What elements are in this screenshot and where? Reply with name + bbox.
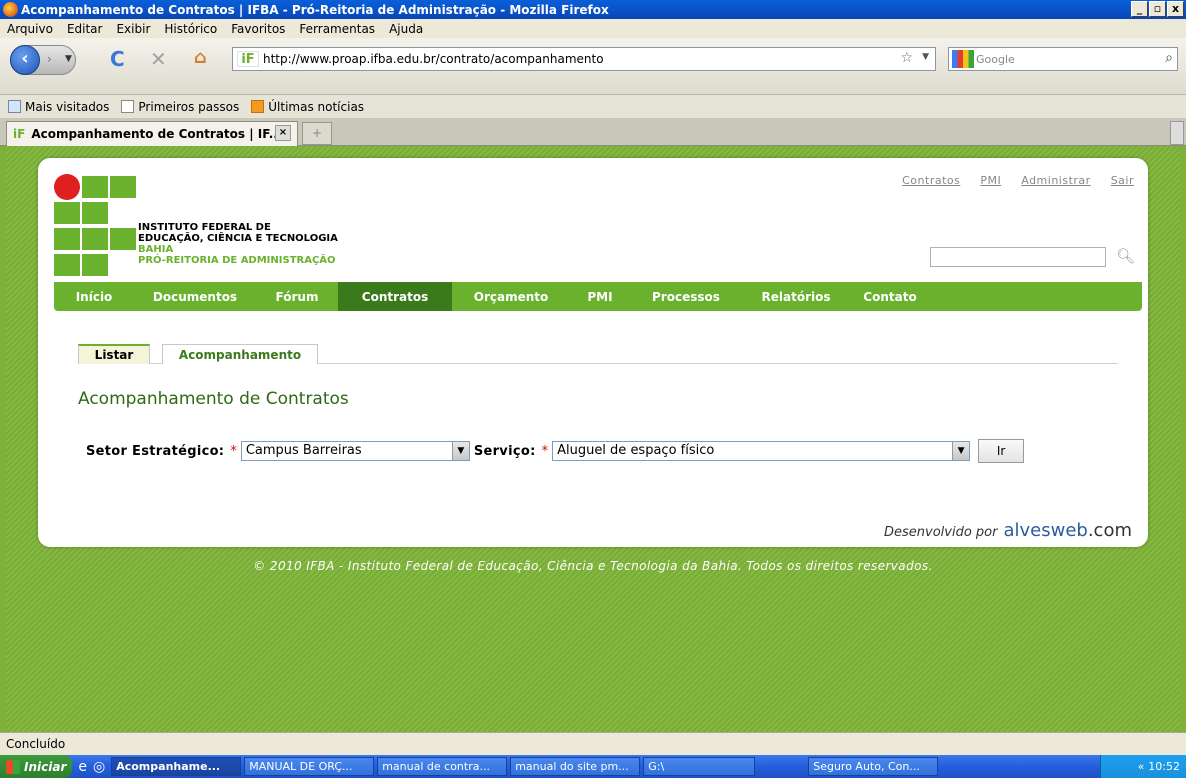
link-contratos[interactable]: Contratos [902,174,960,187]
link-pmi[interactable]: PMI [980,174,1001,187]
stop-icon[interactable]: ✕ [150,47,167,71]
taskbar-item-word-1[interactable]: MANUAL DE ORÇ... [244,757,375,776]
folder-icon [8,100,21,113]
windows-logo-icon [6,759,20,774]
developer-credit: Desenvolvido por alvesweb.com [883,520,1132,541]
main-nav: Início Documentos Fórum Contratos Orçame… [54,282,1142,311]
window-titlebar: Acompanhamento de Contratos | IFBA - Pró… [0,0,1186,19]
url-text[interactable]: http://www.proap.ifba.edu.br/contrato/ac… [263,52,604,66]
logo-red-dot [54,174,80,200]
new-tab-button[interactable]: + [302,122,332,145]
tab-favicon: iF [13,127,26,141]
menu-editar[interactable]: Editar [67,22,103,36]
tab-list-button[interactable] [1170,121,1184,145]
back-arrow-icon[interactable]: ‹ [10,45,40,75]
setor-select[interactable]: Campus Barreiras ▼ [240,441,470,461]
url-dropdown-icon[interactable]: ▼ [922,52,929,62]
bookmark-primeiros-passos[interactable]: Primeiros passos [121,100,239,114]
window-title: Acompanhamento de Contratos | IFBA - Pró… [21,2,609,17]
reload-icon[interactable]: C [110,47,125,71]
sub-tabs: Listar Acompanhamento [78,344,1118,364]
nav-orcamento[interactable]: Orçamento [452,282,570,311]
subtab-acompanhamento[interactable]: Acompanhamento [162,344,318,364]
forward-arrow-icon[interactable]: › [47,52,52,66]
minimize-button[interactable]: _ [1131,1,1148,17]
quick-launch: e ◎ [78,759,105,775]
nav-documentos[interactable]: Documentos [134,282,256,311]
bookmark-star-icon[interactable]: ☆ [900,50,913,66]
nav-relatorios[interactable]: Relatórios [742,282,850,311]
menu-favoritos[interactable]: Favoritos [231,22,285,36]
page-title: Acompanhamento de Contratos [78,389,349,409]
clock[interactable]: 10:52 [1148,760,1180,773]
link-administrar[interactable]: Administrar [1021,174,1090,187]
search-engine-icon[interactable] [952,50,974,68]
taskbar-item-word-2[interactable]: manual de contra... [377,757,508,776]
navigation-toolbar: ‹ › ▼ C ✕ ⌂ iF http://www.proap.ifba.edu… [0,38,1186,95]
developer-link[interactable]: alvesweb.com [1003,520,1132,541]
servico-select[interactable]: Aluguel de espaço físico ▼ [552,441,971,461]
chevron-down-icon[interactable]: ▼ [952,442,970,460]
system-tray: « 10:52 [1100,755,1186,778]
close-button[interactable]: x [1167,1,1184,17]
required-mark: * [541,443,549,459]
taskbar-item-firefox[interactable]: Acompanhame... [111,757,242,776]
firefox-icon [3,2,18,17]
status-text: Concluído [6,737,66,751]
filter-form: Setor Estratégico: * Campus Barreiras ▼ … [86,439,1025,463]
required-mark: * [230,443,237,459]
page-icon [121,100,135,113]
subtab-listar[interactable]: Listar [78,344,150,364]
nav-contato[interactable]: Contato [850,282,930,311]
search-icon[interactable]: ⌕ [1165,50,1173,66]
ie-icon[interactable]: e [78,759,87,775]
nav-inicio[interactable]: Início [54,282,134,311]
chevron-down-icon[interactable]: ▼ [451,442,469,460]
rss-icon [251,100,265,113]
site-container: INSTITUTO FEDERAL DE EDUCAÇÃO, CIÊNCIA E… [38,158,1148,547]
site-search-icon[interactable]: 🔍︎ [1116,247,1135,265]
taskbar: Iniciar e ◎ Acompanhame... MANUAL DE ORÇ… [0,755,1186,778]
nav-forum[interactable]: Fórum [256,282,338,311]
menu-historico[interactable]: Histórico [164,22,217,36]
url-bar[interactable]: iF http://www.proap.ifba.edu.br/contrato… [232,47,936,71]
copyright-text: © 2010 IFBA - Instituto Federal de Educa… [253,559,933,573]
tab-close-icon[interactable]: × [275,125,291,141]
home-icon[interactable]: ⌂ [194,47,207,68]
browser-search-box[interactable]: Google ⌕ [948,47,1178,71]
taskbar-item-drive[interactable]: G:\ [643,757,756,776]
menu-arquivo[interactable]: Arquivo [7,22,53,36]
back-forward-control[interactable]: ‹ › ▼ [10,45,76,75]
nav-processos[interactable]: Processos [630,282,742,311]
menu-ferramentas[interactable]: Ferramentas [299,22,375,36]
site-search-input[interactable] [930,247,1106,267]
maximize-button[interactable]: ▫ [1149,1,1166,17]
taskbar-item-word-3[interactable]: manual do site pm... [510,757,641,776]
bookmarks-toolbar: Mais visitados Primeiros passos Últimas … [0,95,1186,118]
submit-button[interactable]: Ir [978,439,1025,463]
bookmark-mais-visitados[interactable]: Mais visitados [8,100,109,114]
nav-contratos[interactable]: Contratos [338,282,452,311]
tab-strip: iF Acompanhamento de Contratos | IF... ×… [0,118,1186,146]
start-button[interactable]: Iniciar [0,755,73,778]
site-favicon: iF [237,51,259,67]
tab-acompanhamento[interactable]: iF Acompanhamento de Contratos | IF... × [6,121,298,146]
nav-pmi[interactable]: PMI [570,282,630,311]
tray-expand-icon[interactable]: « [1138,760,1145,773]
menu-bar: Arquivo Editar Exibir Histórico Favorito… [0,19,1186,38]
setor-label: Setor Estratégico: [86,443,225,459]
status-bar: Concluído [0,732,1186,755]
taskbar-item-ie[interactable]: Seguro Auto, Con... [808,757,939,776]
bookmark-ultimas-noticias[interactable]: Últimas notícias [251,100,364,114]
page-viewport: INSTITUTO FEDERAL DE EDUCAÇÃO, CIÊNCIA E… [6,147,1180,732]
menu-exibir[interactable]: Exibir [116,22,150,36]
ie-alt-icon[interactable]: ◎ [93,759,105,775]
menu-ajuda[interactable]: Ajuda [389,22,423,36]
link-sair[interactable]: Sair [1111,174,1134,187]
servico-label: Serviço: [473,443,536,459]
top-links: Contratos PMI Administrar Sair [902,174,1134,187]
history-dropdown-icon[interactable]: ▼ [65,54,72,64]
search-placeholder: Google [976,52,1015,66]
logo-text: INSTITUTO FEDERAL DE EDUCAÇÃO, CIÊNCIA E… [138,222,338,266]
